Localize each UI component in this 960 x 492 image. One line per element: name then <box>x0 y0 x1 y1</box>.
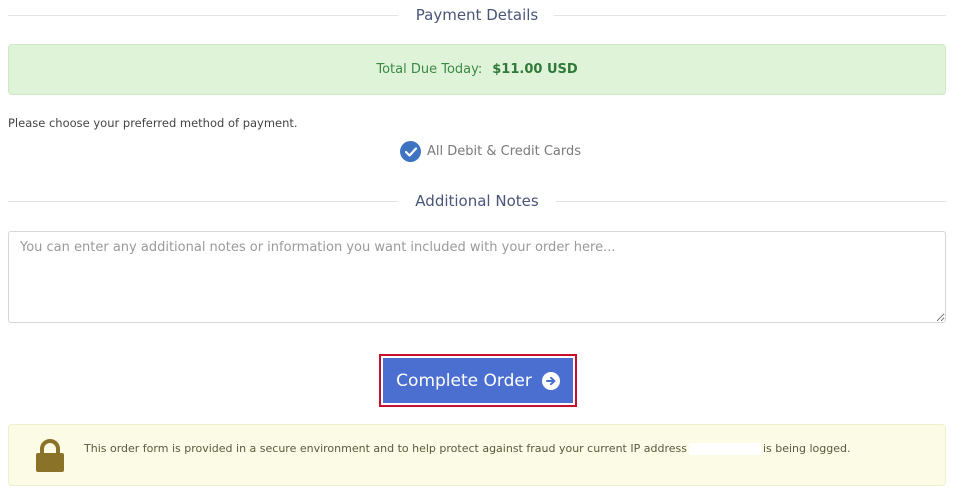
header-divider-left <box>8 15 398 16</box>
complete-order-highlight: Complete Order <box>379 354 577 407</box>
security-notice-text: This order form is provided in a secure … <box>84 442 851 455</box>
security-notice-text-after: is being logged. <box>762 442 851 455</box>
additional-notes-title: Additional Notes <box>415 192 539 210</box>
additional-notes-textarea[interactable] <box>8 231 946 323</box>
payment-details-title: Payment Details <box>415 6 539 24</box>
total-due-box: Total Due Today: $11.00 USD <box>8 44 946 95</box>
ip-address-redacted <box>688 442 761 455</box>
payment-method-label: All Debit & Credit Cards <box>427 144 582 159</box>
payment-details-header: Payment Details <box>8 0 946 30</box>
header-divider-right <box>556 201 946 202</box>
total-due-label: Total Due Today: <box>376 62 483 77</box>
complete-order-label: Complete Order <box>396 370 532 391</box>
arrow-circle-right-icon <box>541 371 560 390</box>
security-notice: This order form is provided in a secure … <box>8 424 946 486</box>
header-divider-left <box>8 201 398 202</box>
payment-method-prompt: Please choose your preferred method of p… <box>8 116 298 130</box>
security-notice-text-before: This order form is provided in a secure … <box>84 442 687 455</box>
check-circle-icon[interactable] <box>400 141 421 162</box>
header-divider-right <box>554 15 946 16</box>
additional-notes-header: Additional Notes <box>8 186 946 216</box>
lock-icon <box>35 439 65 477</box>
complete-order-button[interactable]: Complete Order <box>383 358 573 403</box>
payment-method-option-cards[interactable]: All Debit & Credit Cards <box>400 141 581 162</box>
total-due-amount: $11.00 USD <box>492 62 578 77</box>
